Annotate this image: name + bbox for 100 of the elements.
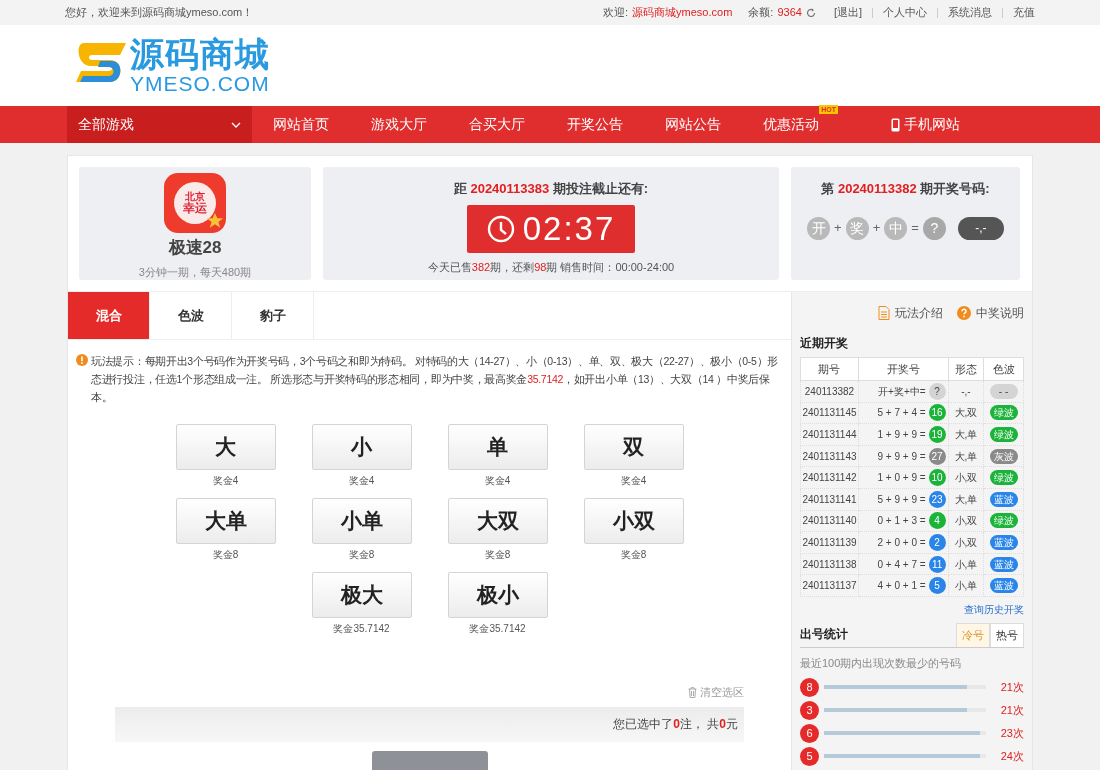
prize-text: 奖金4	[620, 474, 647, 488]
column-header: 色波	[983, 357, 1024, 381]
star-icon	[206, 212, 224, 230]
table-cell: 小,双	[948, 510, 984, 532]
draw-numbers: 5 + 7 + 4 =	[877, 406, 926, 421]
top-link[interactable]: 系统消息	[948, 4, 992, 21]
wave-tag: 绿波	[989, 513, 1018, 529]
timer-text: 02:37	[522, 212, 616, 245]
logo-title: 源码商城	[130, 37, 270, 71]
draw-numbers: 2 + 0 + 0 =	[877, 535, 926, 550]
nav-link[interactable]: 开奖公告	[546, 106, 644, 143]
stats-tab[interactable]: 热号	[990, 622, 1024, 647]
balance-label: 余额:	[748, 5, 774, 21]
last-draw-title: 第 20240113382 期开奖号码:	[821, 180, 990, 198]
table-cell: 大,双	[948, 402, 984, 424]
top-link[interactable]: 充值	[1013, 4, 1035, 21]
game-name: 极速28	[168, 237, 222, 259]
top-link[interactable]: [退出]	[833, 4, 862, 21]
prize-text: 奖金8	[348, 548, 375, 562]
operator-text: +	[872, 219, 881, 238]
game-schedule: 3分钟一期，每天480期	[138, 264, 252, 280]
table-cell: 小,单	[948, 574, 984, 597]
wave-tag: - -	[989, 383, 1018, 399]
nav-link[interactable]: 网站首页	[252, 106, 350, 143]
trash-icon	[688, 686, 697, 698]
wave-tag: 蓝波	[989, 491, 1018, 507]
icon-text: 北京	[185, 192, 205, 202]
bet-option[interactable]: 极大	[311, 572, 412, 618]
bet-option[interactable]: 小双	[583, 498, 684, 544]
section-title: 近期开奖	[800, 335, 849, 352]
sidebar-link[interactable]: 玩法介绍	[878, 304, 943, 322]
bet-tab[interactable]: 混合	[68, 292, 150, 339]
refresh-icon[interactable]	[805, 7, 816, 18]
draw-numbers: 0 + 4 + 7 =	[877, 557, 926, 572]
draw-numbers: 9 + 9 + 9 =	[877, 449, 926, 464]
wave-tag: 蓝波	[989, 534, 1018, 550]
count-text: 21次	[1000, 680, 1024, 696]
bet-option[interactable]: 小	[311, 424, 412, 470]
shape-pill: -,-	[957, 216, 1004, 240]
help-icon	[957, 306, 971, 320]
sales-info: 今天已售382期，还剩98期 销售时间：00:00-24:00	[427, 259, 675, 275]
submit-button[interactable]	[371, 750, 488, 770]
selection-summary: 您已选中了0注， 共0元	[613, 716, 738, 733]
wave-tag: 绿波	[989, 427, 1018, 442]
sidebar-link[interactable]: 中奖说明	[957, 304, 1024, 322]
table-cell: 240113382	[800, 380, 859, 403]
draw-numbers: 1 + 0 + 9 =	[877, 471, 926, 486]
nav-link[interactable]: 合买大厅	[448, 106, 546, 143]
icon-text: 幸运	[183, 202, 207, 214]
all-games-dropdown[interactable]: 全部游戏	[67, 106, 252, 143]
document-icon	[878, 306, 890, 320]
operator-text: =	[911, 219, 919, 238]
stats-description: 最近100期内出现次数最少的号码	[800, 655, 963, 671]
logo-subtitle: YMESO.COM	[130, 73, 270, 94]
table-cell: 大,单	[948, 488, 984, 511]
prize-text: 奖金8	[212, 548, 239, 562]
bet-option[interactable]: 双	[583, 424, 684, 470]
bet-option[interactable]: 大双	[447, 498, 548, 544]
table-cell: -,-	[948, 380, 984, 403]
bet-option[interactable]: 单	[447, 424, 548, 470]
table-cell: 2401131143	[800, 445, 859, 467]
draw-numbers: 开+奖+中=	[878, 384, 926, 399]
bet-option[interactable]: 大单	[175, 498, 276, 544]
wave-tag: 蓝波	[989, 578, 1018, 594]
greeting-text: 您好，欢迎来到源码商城ymeso.com！	[65, 5, 254, 21]
count-text: 21次	[1000, 703, 1024, 719]
table-cell: 大,单	[948, 423, 984, 446]
clock-icon	[486, 214, 515, 243]
table-cell: 2401131145	[800, 402, 859, 424]
table-cell: 大,单	[948, 445, 984, 467]
phone-icon	[890, 117, 900, 132]
countdown-title: 距 20240113383 期投注截止还有:	[453, 180, 649, 198]
bet-option[interactable]: 大	[175, 424, 276, 470]
nav-link[interactable]: 手机网站	[876, 106, 974, 143]
table-cell: 2401131142	[800, 466, 859, 489]
bet-option[interactable]: 小单	[311, 498, 412, 544]
table-cell: 小,双	[948, 466, 984, 489]
top-link[interactable]: 个人中心	[883, 4, 927, 21]
nav-link[interactable]: 游戏大厅	[350, 106, 448, 143]
table-cell: 2401131144	[800, 423, 859, 446]
column-header: 期号	[800, 357, 859, 381]
table-cell: 2401131137	[800, 574, 859, 597]
prize-text: 奖金4	[348, 474, 375, 488]
bet-option[interactable]: 极小	[447, 572, 548, 618]
operator-text: +	[834, 219, 842, 238]
balance-value: 9364	[777, 5, 802, 21]
count-text: 24次	[1000, 749, 1024, 765]
draw-numbers: 4 + 0 + 1 =	[877, 579, 926, 594]
warning-icon	[76, 354, 88, 366]
column-header: 形态	[948, 357, 984, 381]
rules-tip: 玩法提示：每期开出3个号码作为开奖号码，3个号码之和即为特码。 对特码的大（14-27）、小（0-13）、单、双、极大（22-27）、极小（0-5）形态进行投注，任选1个形态组成一注。 所选形态与开奖特码的形态相同，即为中奖，最高奖金35.7142，如开出小单（13）、大双（14 ）中奖后保本。	[91, 354, 779, 405]
chevron-down-icon	[231, 121, 241, 128]
prize-text: 奖金35.7142	[469, 622, 526, 636]
table-cell: 小,单	[948, 553, 984, 575]
nav-link[interactable]: 网站公告	[644, 106, 742, 143]
table-cell: 2401131139	[800, 531, 859, 554]
username-link[interactable]: 源码商城ymeso.com	[632, 4, 733, 21]
history-link[interactable]: 查询历史开奖	[964, 601, 1024, 617]
table-cell: 2401131138	[800, 553, 859, 575]
section-title: 出号统计	[800, 625, 848, 643]
